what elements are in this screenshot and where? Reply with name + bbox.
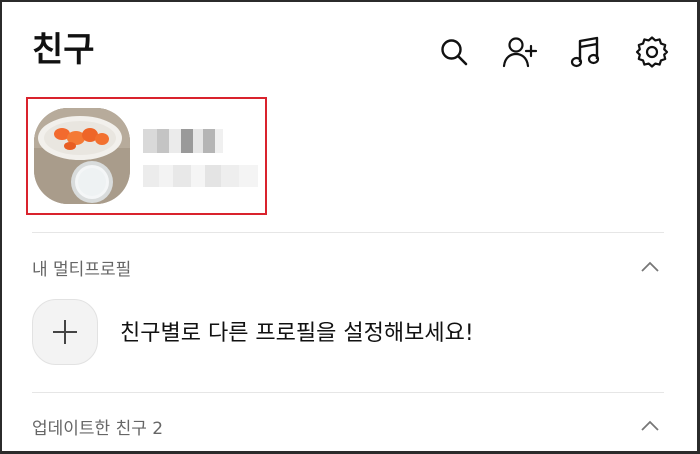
chevron-up-icon[interactable]	[639, 256, 661, 278]
settings-icon[interactable]	[632, 32, 672, 72]
updated-friends-section-title: 업데이트한 친구 2	[32, 419, 164, 439]
header: 친구	[32, 28, 672, 74]
multi-profile-cta-text[interactable]: 친구별로 다른 프로필을 설정해보세요!	[120, 315, 474, 347]
profile-status-blurred	[143, 165, 258, 187]
add-friend-icon[interactable]	[500, 32, 540, 72]
divider	[32, 232, 664, 233]
page-title: 친구	[32, 30, 95, 70]
divider	[32, 392, 664, 393]
profile-avatar[interactable]	[34, 108, 130, 204]
my-profile-card[interactable]	[26, 97, 267, 215]
search-icon[interactable]	[434, 32, 474, 72]
chevron-up-icon[interactable]	[639, 415, 661, 437]
music-icon[interactable]	[566, 32, 606, 72]
header-actions	[434, 32, 672, 72]
profile-name-blurred	[143, 129, 223, 153]
plus-icon	[53, 320, 77, 344]
add-multi-profile-button[interactable]	[32, 299, 98, 365]
multi-profile-section-title: 내 멀티프로필	[32, 260, 132, 280]
app-window: 친구 내 멀티프로필 친구별로 다른 프로필을 설정해보세요! 업데이트한 친구…	[0, 0, 700, 454]
